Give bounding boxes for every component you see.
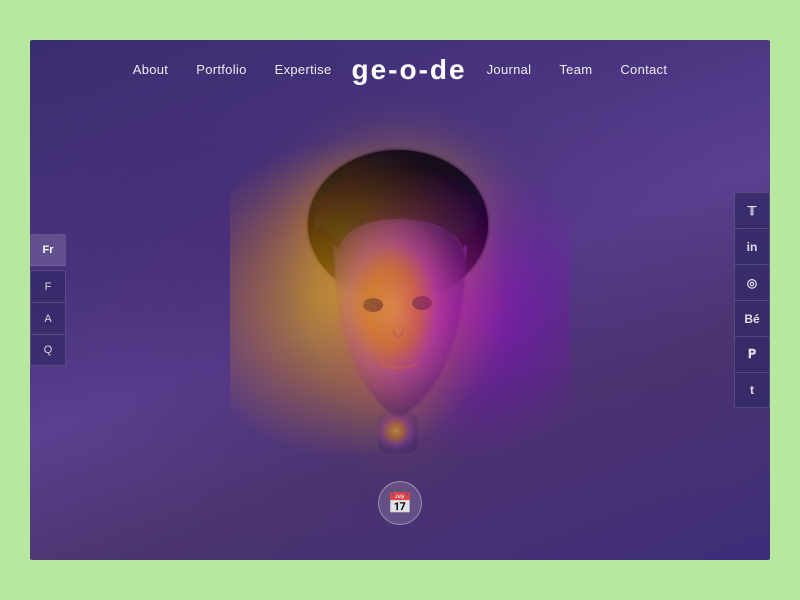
nav-journal[interactable]: Journal — [487, 62, 532, 77]
brand-logo[interactable]: ge-o-de — [352, 54, 467, 86]
faq-f[interactable]: F — [30, 270, 66, 302]
twitter-icon[interactable]: 𝕋 — [734, 192, 770, 228]
nav-team[interactable]: Team — [559, 62, 592, 77]
nav-contact[interactable]: Contact — [620, 62, 667, 77]
pinterest-icon[interactable]: 𝐏 — [734, 336, 770, 372]
nav-portfolio[interactable]: Portfolio — [196, 62, 246, 77]
dribbble-icon[interactable]: ◎ — [734, 264, 770, 300]
behance-icon[interactable]: Bé — [734, 300, 770, 336]
right-sidebar-social: 𝕋 in ◎ Bé 𝐏 t — [734, 192, 770, 408]
face-illustration — [270, 145, 530, 475]
tumblr-icon[interactable]: t — [734, 372, 770, 408]
hero-face — [260, 135, 540, 485]
nav-links-left: About Portfolio Expertise — [133, 61, 332, 79]
faq-sidebar: F A Q — [30, 270, 66, 366]
calendar-button[interactable]: 📅 — [378, 481, 422, 525]
main-nav: About Portfolio Expertise ge-o-de Journa… — [30, 40, 770, 100]
nav-about[interactable]: About — [133, 62, 168, 77]
language-button[interactable]: Fr — [30, 234, 66, 266]
faq-q[interactable]: Q — [30, 334, 66, 366]
app-window: About Portfolio Expertise ge-o-de Journa… — [30, 40, 770, 560]
faq-a[interactable]: A — [30, 302, 66, 334]
left-sidebar: Fr F A Q — [30, 234, 66, 366]
linkedin-icon[interactable]: in — [734, 228, 770, 264]
nav-links-right: Journal Team Contact — [487, 61, 668, 79]
nav-expertise[interactable]: Expertise — [275, 62, 332, 77]
